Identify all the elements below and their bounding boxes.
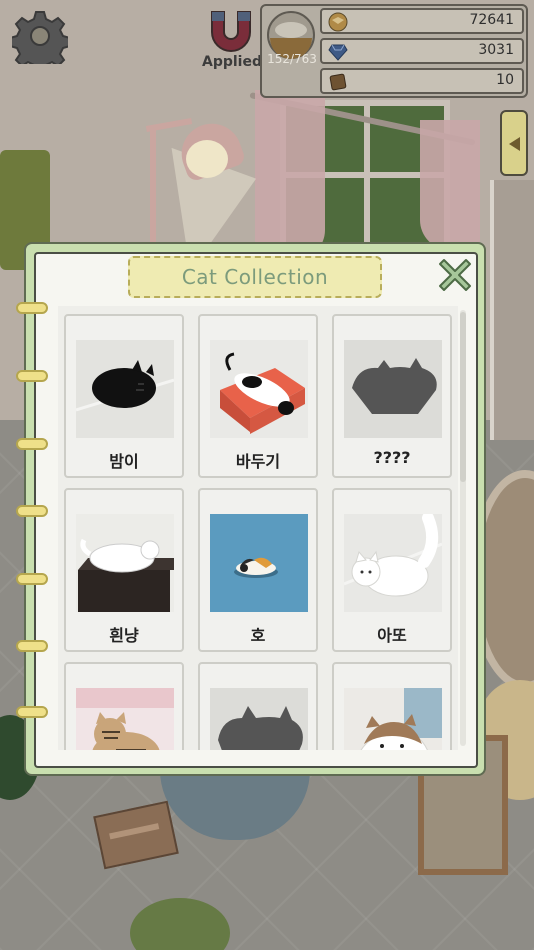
close-icon[interactable] — [438, 258, 472, 292]
magnet-icon[interactable] — [206, 8, 256, 54]
coin-count: 72641 — [469, 12, 514, 28]
binder-ring — [16, 438, 48, 450]
cat-name: 바두기 — [235, 452, 281, 471]
gem-row: 3031 — [320, 38, 524, 64]
cat-card[interactable]: 호 — [198, 488, 318, 652]
ticket-row: 10 — [320, 68, 524, 94]
cat-card[interactable]: 바두기 — [198, 314, 318, 478]
collection-title-plate: Cat Collection — [128, 256, 382, 298]
curtain-left — [255, 90, 325, 260]
chevron-left-icon — [509, 137, 520, 151]
ticket-count: 10 — [496, 72, 514, 88]
cat-photo — [76, 514, 174, 612]
magnet-status-label: Applied — [202, 54, 262, 70]
cat-card-locked[interactable] — [198, 662, 318, 750]
cat-name: ???? — [373, 448, 411, 467]
cat-card[interactable]: 흰냥 — [64, 488, 184, 652]
gem-icon — [328, 42, 348, 62]
binder-ring — [16, 302, 48, 314]
cat-photo — [344, 688, 442, 750]
side-menu-toggle-button[interactable] — [500, 110, 528, 176]
cat-silhouette — [210, 688, 308, 750]
cat-card[interactable]: 밤이 — [64, 314, 184, 478]
ticket-icon — [328, 72, 348, 92]
cat-card[interactable] — [332, 662, 452, 750]
cat-card[interactable] — [64, 662, 184, 750]
cat-card-locked[interactable]: ???? — [332, 314, 452, 478]
cat-card[interactable]: 아또 — [332, 488, 452, 652]
scrollbar-thumb[interactable] — [460, 312, 466, 482]
coin-row: 72641 — [320, 8, 524, 34]
cat-photo — [210, 514, 308, 612]
cat-photo — [210, 340, 308, 438]
cat-name: 아또 — [377, 626, 407, 645]
cat-grid: 밤이 바두기 ???? 흰냥 호 아또 — [58, 306, 458, 750]
cat-photo — [76, 340, 174, 438]
collection-title: Cat Collection — [181, 265, 329, 289]
binder-ring — [16, 640, 48, 652]
binder-ring — [16, 573, 48, 585]
wall-shelf — [490, 180, 534, 440]
cat-name: 호 — [250, 626, 266, 645]
cat-photo — [344, 514, 442, 612]
settings-gear-icon[interactable] — [12, 8, 68, 64]
binder-ring — [16, 706, 48, 718]
cat-silhouette — [344, 340, 442, 438]
cat-name: 밤이 — [109, 452, 139, 471]
binder-ring — [16, 505, 48, 517]
binder-ring — [16, 370, 48, 382]
gem-count: 3031 — [478, 42, 514, 58]
meter-value: 152/763 — [267, 52, 317, 66]
coin-icon — [328, 12, 348, 32]
cat-name: 흰냥 — [109, 626, 139, 645]
cat-photo — [76, 688, 174, 750]
lamp-bulb — [186, 140, 228, 178]
curtain-right — [420, 120, 480, 250]
